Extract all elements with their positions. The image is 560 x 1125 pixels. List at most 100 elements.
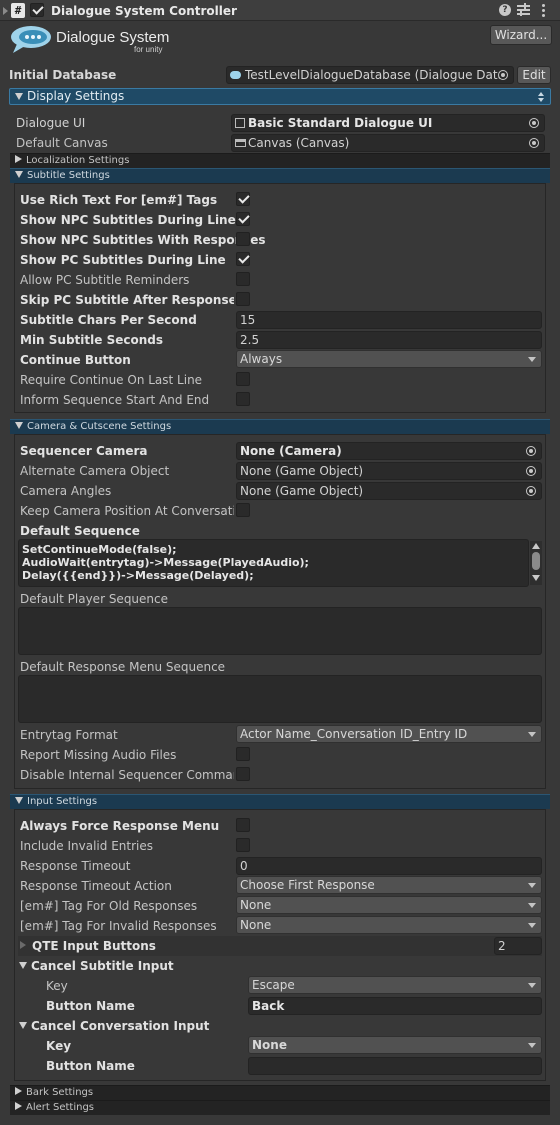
subtitle-settings-header[interactable]: Subtitle Settings	[10, 168, 550, 183]
more-icon[interactable]	[540, 2, 546, 18]
input-settings-header[interactable]: Input Settings	[10, 794, 550, 809]
sequence-line: Delay({{end}})->Message(Delayed);	[22, 569, 254, 582]
response-timeout-input[interactable]: 0	[236, 857, 542, 875]
wizard-button[interactable]: Wizard...	[490, 25, 552, 45]
dropdown-arrow-icon	[528, 1043, 536, 1048]
scroll-updown-icon[interactable]	[538, 92, 544, 102]
cancel-conversation-button-name-input[interactable]	[248, 1057, 542, 1075]
dialogue-ui-field[interactable]: Basic Standard Dialogue UI	[231, 114, 545, 132]
alternate-camera-field[interactable]: None (Game Object)	[236, 462, 542, 480]
default-sequence-textarea[interactable]: SetContinueMode(false); AudioWait(entryt…	[18, 539, 529, 587]
use-rich-text-checkbox[interactable]	[236, 192, 250, 206]
cancel-conversation-key-label: Key	[46, 1039, 72, 1053]
allow-pc-subtitle-reminders-checkbox[interactable]	[236, 272, 250, 286]
alternate-camera-label: Alternate Camera Object	[20, 464, 170, 478]
qte-input-buttons-label: QTE Input Buttons	[32, 939, 156, 953]
object-picker-icon[interactable]	[526, 466, 536, 476]
dropdown-arrow-icon	[528, 923, 536, 928]
tag-invalid-responses-label: [em#] Tag For Invalid Responses	[20, 919, 217, 933]
object-picker-icon[interactable]	[526, 446, 536, 456]
report-missing-audio-label: Report Missing Audio Files	[20, 748, 177, 762]
scroll-down-icon[interactable]	[532, 575, 540, 581]
component-enabled-checkbox[interactable]	[30, 3, 44, 17]
foldout-closed-icon[interactable]	[20, 941, 26, 949]
tag-old-responses-label: [em#] Tag For Old Responses	[20, 899, 198, 913]
foldout-open-icon[interactable]	[19, 1022, 27, 1029]
include-invalid-checkbox[interactable]	[236, 838, 250, 852]
object-picker-icon[interactable]	[526, 486, 536, 496]
foldout-open-icon	[15, 93, 23, 100]
subtitle-row-label: Skip PC Subtitle After Response Menu	[20, 293, 234, 307]
default-response-menu-sequence-textarea[interactable]	[18, 675, 542, 723]
disable-internal-commands-label: Disable Internal Sequencer Commands	[20, 768, 234, 782]
dropdown-arrow-icon	[528, 983, 536, 988]
object-picker-icon[interactable]	[529, 138, 539, 148]
object-picker-icon[interactable]	[498, 70, 508, 80]
include-invalid-label: Include Invalid Entries	[20, 839, 153, 853]
default-player-sequence-textarea[interactable]	[18, 607, 542, 655]
camera-angles-field[interactable]: None (Game Object)	[236, 482, 542, 500]
chars-per-second-input[interactable]: 15	[236, 311, 542, 329]
inform-sequence-checkbox[interactable]	[236, 392, 250, 406]
localization-settings-label: Localization Settings	[26, 155, 130, 166]
show-npc-subtitles-with-responses-checkbox[interactable]	[236, 232, 250, 246]
edit-database-button[interactable]: Edit	[517, 66, 551, 84]
bark-settings-header[interactable]: Bark Settings	[10, 1085, 550, 1100]
min-subtitle-seconds-input[interactable]: 2.5	[236, 331, 542, 349]
cancel-subtitle-key-value: Escape	[252, 978, 295, 992]
show-npc-subtitles-during-line-checkbox[interactable]	[236, 212, 250, 226]
entrytag-format-dropdown[interactable]: Actor Name_Conversation ID_Entry ID	[236, 725, 542, 743]
sequencer-camera-field[interactable]: None (Camera)	[236, 442, 542, 460]
continue-button-dropdown[interactable]: Always	[236, 350, 542, 368]
tag-invalid-responses-dropdown[interactable]: None	[236, 916, 542, 934]
database-icon	[230, 71, 241, 79]
bark-settings-label: Bark Settings	[26, 1087, 94, 1098]
dropdown-arrow-icon	[528, 903, 536, 908]
show-pc-subtitles-during-line-checkbox[interactable]	[236, 252, 250, 266]
cancel-conversation-input-label: Cancel Conversation Input	[31, 1019, 210, 1033]
logo-title: Dialogue System	[56, 29, 170, 46]
display-settings-header[interactable]: Display Settings	[9, 88, 551, 105]
subtitle-row-label: Show NPC Subtitles With Responses	[20, 233, 266, 247]
cancel-conversation-key-dropdown[interactable]: None	[248, 1036, 542, 1054]
cancel-subtitle-button-name-input[interactable]: Back	[248, 997, 542, 1015]
cancel-subtitle-key-dropdown[interactable]: Escape	[248, 976, 542, 994]
keep-camera-label: Keep Camera Position At Conversation End	[20, 504, 234, 518]
skip-pc-subtitle-checkbox[interactable]	[236, 292, 250, 306]
keep-camera-checkbox[interactable]	[236, 503, 250, 517]
script-icon: #	[11, 3, 25, 18]
initial-database-value: TestLevelDialogueDatabase (Dialogue Data	[245, 68, 505, 82]
subtitle-row-label: Allow PC Subtitle Reminders	[20, 273, 190, 287]
sequence-line: AudioWait(entrytag)->Message(PlayedAudio…	[22, 556, 309, 569]
foldout-arrow-icon[interactable]	[3, 7, 8, 15]
foldout-open-icon[interactable]	[19, 962, 27, 969]
default-canvas-field[interactable]: Canvas (Canvas)	[231, 134, 545, 152]
initial-database-field[interactable]: TestLevelDialogueDatabase (Dialogue Data	[226, 66, 514, 84]
report-missing-audio-checkbox[interactable]	[236, 747, 250, 761]
foldout-closed-icon	[15, 1102, 22, 1110]
require-continue-checkbox[interactable]	[236, 372, 250, 386]
localization-settings-header[interactable]: Localization Settings	[10, 153, 550, 168]
alert-settings-header[interactable]: Alert Settings	[10, 1100, 550, 1115]
help-icon[interactable]: ?	[499, 4, 511, 16]
preset-icon[interactable]	[517, 3, 530, 16]
disable-internal-commands-checkbox[interactable]	[236, 767, 250, 781]
foldout-closed-icon	[15, 155, 22, 163]
foldout-open-icon	[15, 797, 23, 804]
input-settings-label: Input Settings	[27, 796, 98, 807]
qte-input-buttons-size[interactable]: 2	[494, 937, 542, 955]
foldout-open-icon	[15, 171, 23, 178]
always-force-response-checkbox[interactable]	[236, 818, 250, 832]
scroll-up-icon[interactable]	[532, 543, 540, 549]
response-timeout-label: Response Timeout	[20, 859, 131, 873]
object-picker-icon[interactable]	[529, 118, 539, 128]
cancel-conversation-key-value: None	[252, 1038, 287, 1052]
camera-angles-value: None (Game Object)	[240, 484, 364, 498]
camera-settings-header[interactable]: Camera & Cutscene Settings	[10, 419, 550, 434]
scrollbar-thumb[interactable]	[532, 552, 540, 570]
tag-old-responses-dropdown[interactable]: None	[236, 896, 542, 914]
textarea-scrollbar[interactable]	[530, 541, 542, 585]
response-timeout-action-dropdown[interactable]: Choose First Response	[236, 876, 542, 894]
response-timeout-action-label: Response Timeout Action	[20, 879, 172, 893]
camera-angles-label: Camera Angles	[20, 484, 112, 498]
